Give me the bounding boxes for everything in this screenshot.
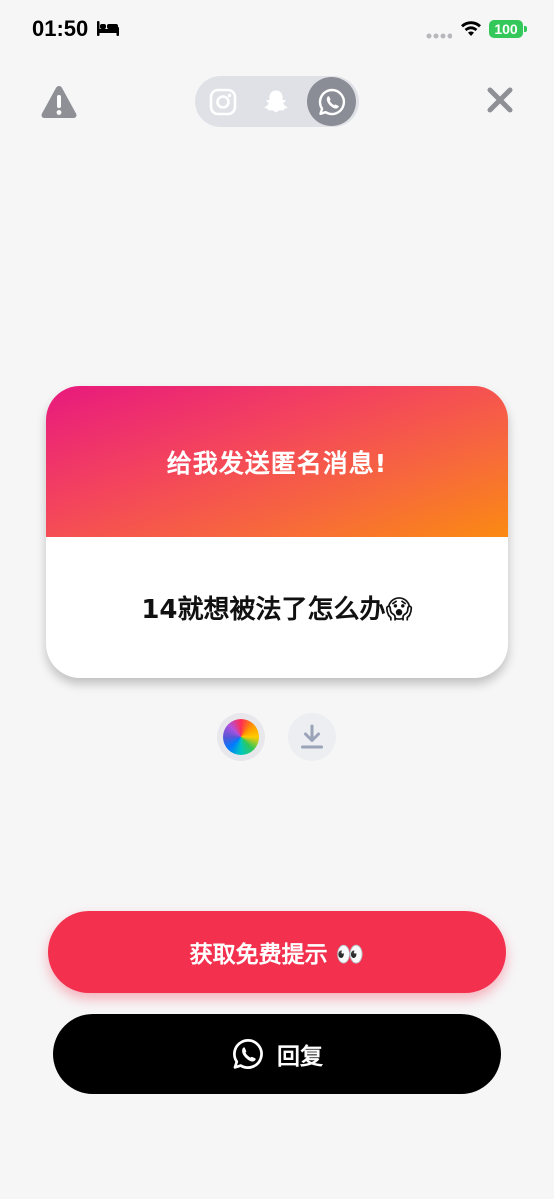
card-header-text: 给我发送匿名消息! <box>166 448 388 478</box>
message-card: 给我发送匿名消息! 14就想被法了怎么办😱 <box>46 386 508 678</box>
reply-button[interactable]: 回复 <box>53 1014 501 1094</box>
color-wheel-icon <box>223 719 259 755</box>
whatsapp-button[interactable] <box>307 77 356 126</box>
screen: 01:50 100 给我发送匿名消息! 14就想被法了怎么办😱 获取免费提示 👀… <box>0 0 554 1199</box>
signal-dots-icon <box>426 33 452 39</box>
get-hint-label: 获取免费提示 👀 <box>189 942 365 968</box>
card-body: 14就想被法了怎么办😱 <box>46 537 508 678</box>
battery-cap <box>524 26 527 32</box>
reply-label: 回复 <box>277 1044 323 1070</box>
get-hint-button[interactable]: 获取免费提示 👀 <box>48 911 506 993</box>
card-header: 给我发送匿名消息! <box>46 386 508 537</box>
instagram-icon <box>209 88 236 115</box>
battery-icon: 100 <box>489 20 523 38</box>
card-message: 14就想被法了怎么办😱 <box>141 595 413 625</box>
download-button[interactable] <box>288 713 336 761</box>
download-icon <box>301 724 323 749</box>
whatsapp-icon <box>233 1039 263 1069</box>
whatsapp-icon <box>318 88 345 115</box>
snapchat-icon <box>263 90 288 113</box>
snapchat-button[interactable] <box>251 77 300 126</box>
instagram-button[interactable] <box>198 77 247 126</box>
platform-switch <box>195 76 359 127</box>
bed-icon <box>97 21 119 36</box>
warning-icon[interactable] <box>40 84 78 120</box>
color-picker-button[interactable] <box>217 713 265 761</box>
status-bar: 01:50 100 <box>0 0 554 60</box>
wifi-icon <box>461 21 481 36</box>
status-time: 01:50 <box>32 16 89 41</box>
close-icon[interactable] <box>484 84 516 116</box>
